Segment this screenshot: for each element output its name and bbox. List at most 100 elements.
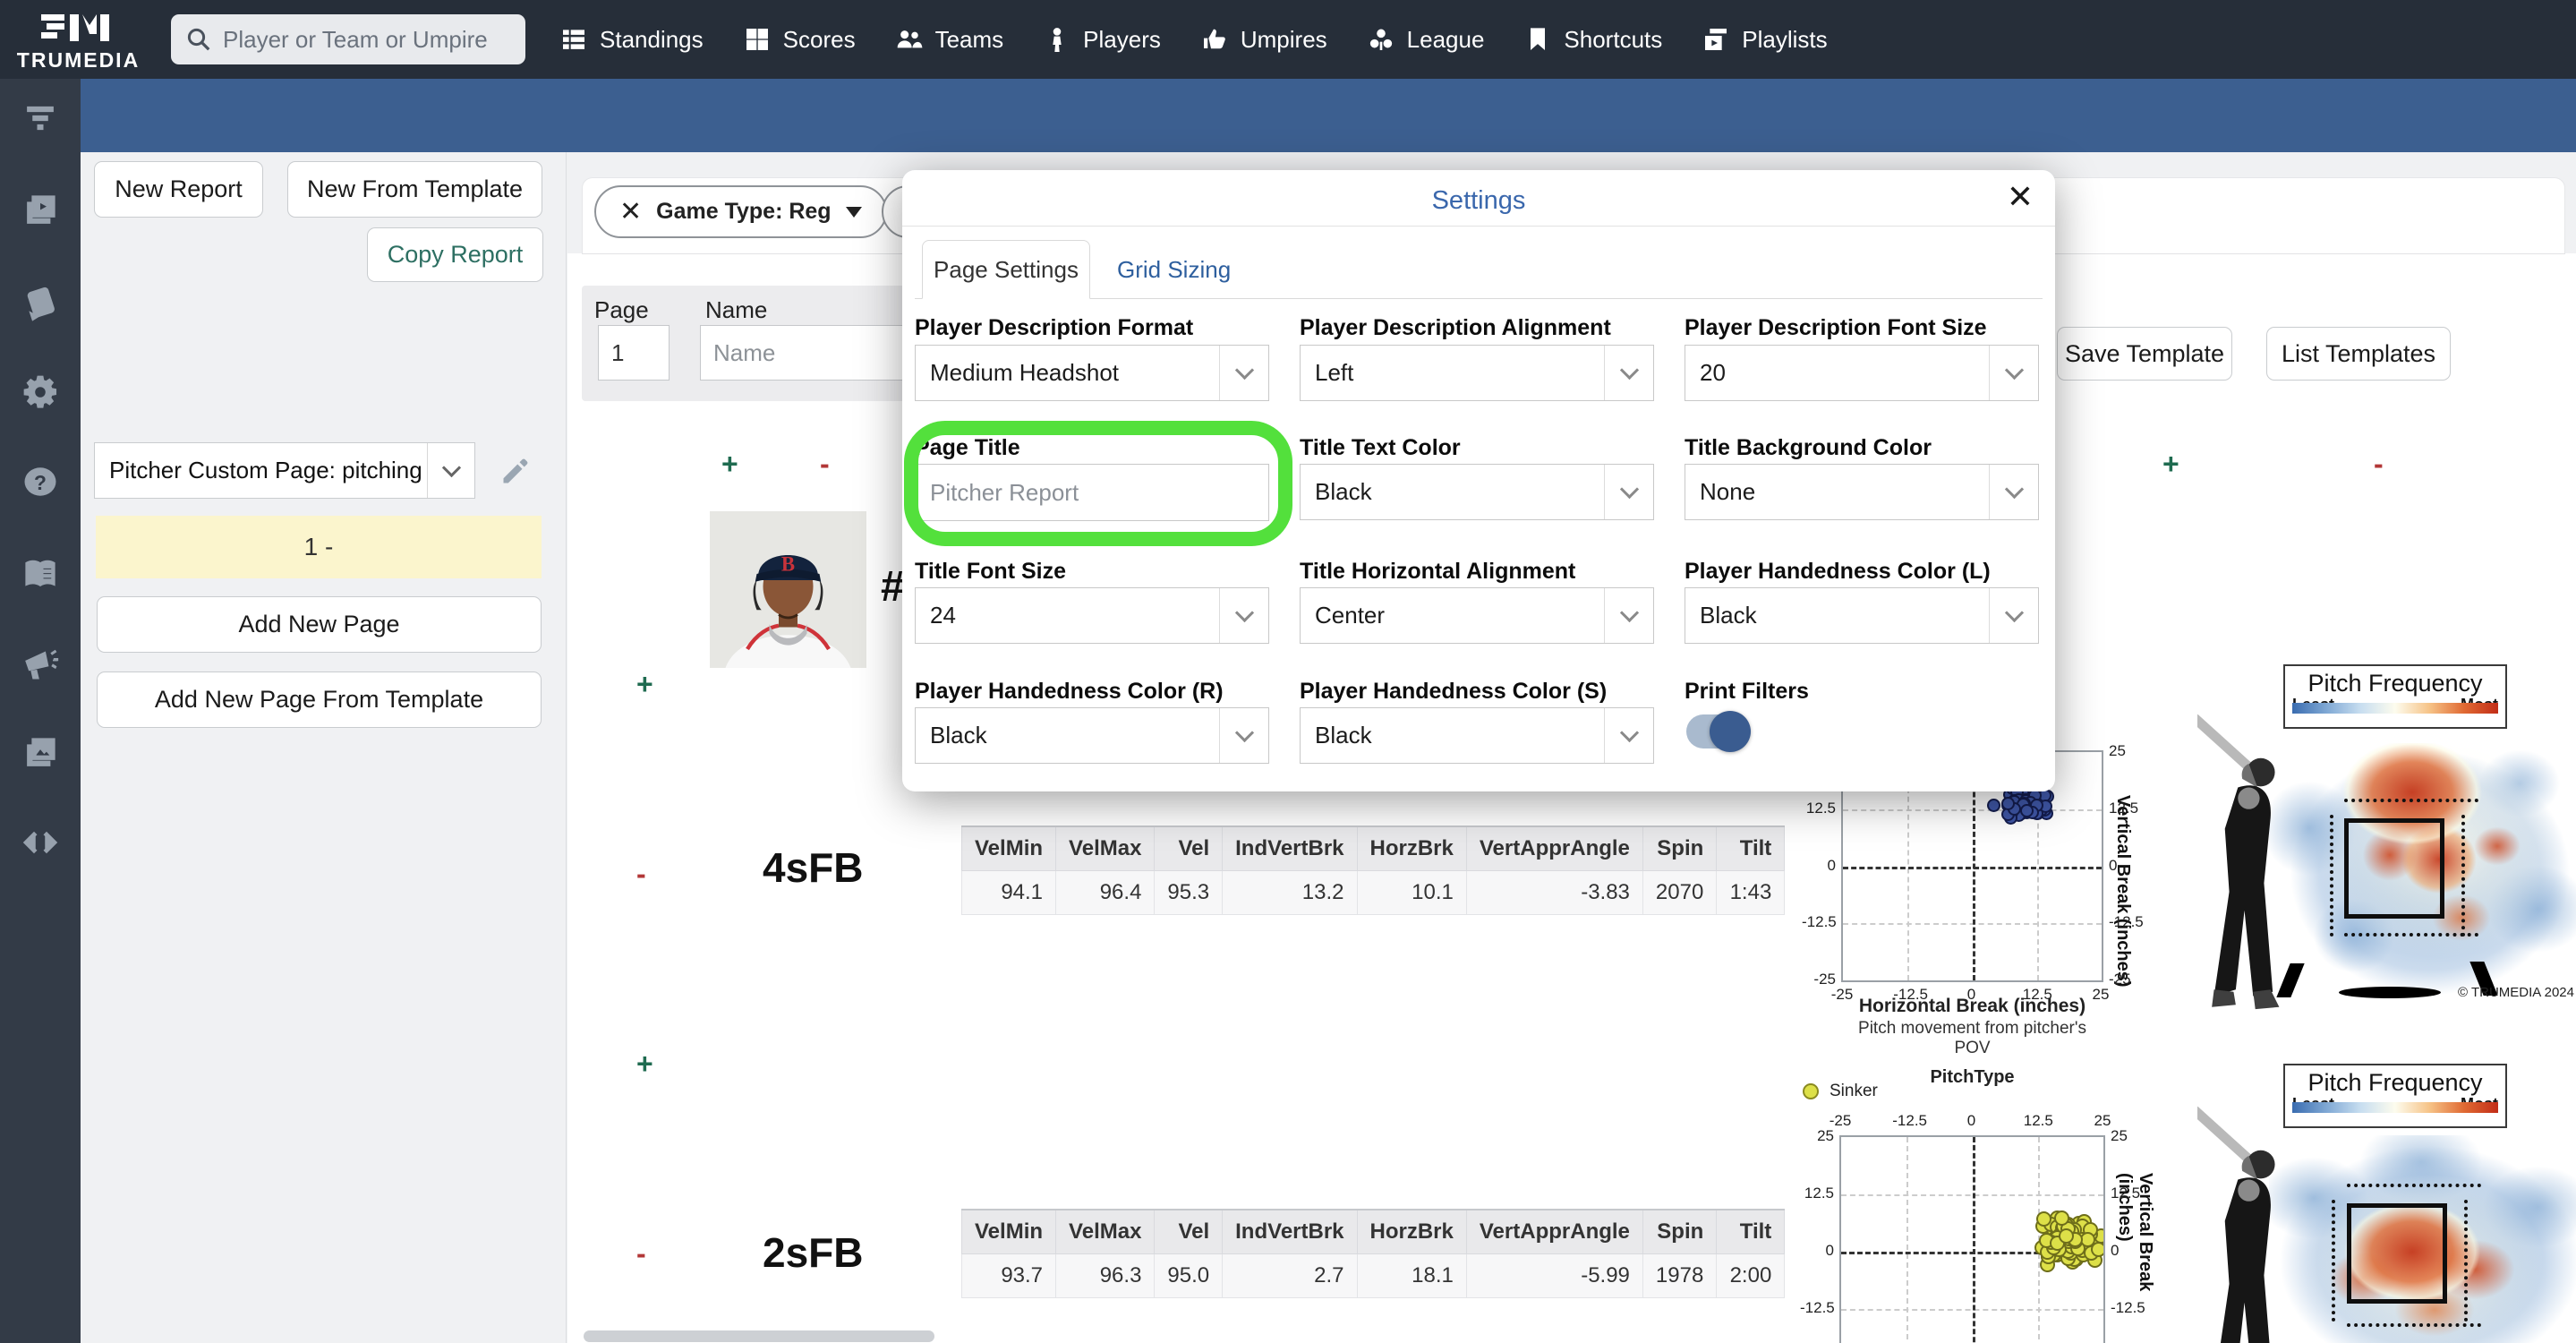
player-description-format-select[interactable]: Medium Headshot — [915, 345, 1269, 401]
title-background-color-select[interactable]: None — [1685, 464, 2039, 520]
nav-item-standings[interactable]: Standings — [559, 25, 704, 54]
nav-item-playlists[interactable]: Playlists — [1702, 25, 1828, 54]
search-input[interactable] — [223, 25, 509, 54]
copyright-text: © TRUMEDIA 2024 — [2458, 985, 2574, 1000]
axis-tick: -25 — [1813, 971, 1836, 988]
nav-item-league[interactable]: League — [1367, 25, 1484, 54]
nav-item-scores[interactable]: Scores — [743, 25, 856, 54]
grid-add-row-button[interactable]: + — [636, 1049, 653, 1078]
field-label: Page Title — [915, 435, 1020, 460]
axis-tick: 0 — [2109, 856, 2118, 874]
announcements-icon[interactable] — [0, 635, 81, 692]
global-search[interactable] — [171, 14, 525, 64]
glossary-icon[interactable] — [0, 545, 81, 603]
heatmap-title-box: Pitch Frequency Least Most — [2283, 664, 2507, 729]
zone-guide-line — [2464, 1200, 2468, 1322]
nav-item-players[interactable]: Players — [1043, 25, 1161, 54]
title-text-color-select[interactable]: Black — [1300, 464, 1654, 520]
new-from-template-button[interactable]: New From Template — [287, 161, 542, 218]
axis-tick: 0 — [1827, 856, 1836, 874]
axis-tick: -12.5 — [2109, 913, 2144, 931]
new-report-button[interactable]: New Report — [94, 161, 263, 218]
pitch-name-4sfb: 4sFB — [763, 844, 864, 891]
tab-grid-sizing[interactable]: Grid Sizing — [1117, 240, 1231, 299]
embed-code-icon[interactable] — [0, 814, 81, 871]
zone-guide-line — [2344, 799, 2478, 802]
grid-add-column-button[interactable]: + — [2162, 449, 2179, 478]
page-1-badge[interactable]: 1 - — [96, 516, 542, 578]
close-icon[interactable]: ✕ — [2007, 181, 2034, 213]
filter-chip-game-type[interactable]: ✕ Game Type: Reg — [594, 185, 887, 238]
scatter-dot — [2053, 1210, 2069, 1227]
axis-tick: -25 — [1830, 986, 1854, 1003]
scatter-dot — [2035, 1210, 2051, 1227]
notes-icon[interactable] — [0, 274, 81, 331]
league-icon — [1369, 29, 1392, 50]
grid-remove-column-button[interactable]: - — [820, 449, 830, 478]
chevron-down-icon — [1220, 360, 1268, 381]
grid-remove-row-button[interactable]: - — [636, 860, 646, 888]
copy-report-button[interactable]: Copy Report — [367, 227, 543, 282]
nav-item-umpires[interactable]: Umpires — [1200, 25, 1327, 54]
title-horizontal-alignment-select[interactable]: Center — [1300, 587, 1654, 644]
horizontal-scrollbar[interactable] — [584, 1330, 934, 1342]
color-scale-gradient — [2292, 1102, 2498, 1113]
search-icon — [187, 28, 210, 51]
pitch-frequency-heatmap-2sfb: Pitch Frequency Least Most — [2197, 1064, 2576, 1343]
edit-pencil-icon[interactable] — [499, 455, 532, 487]
field-label: Title Horizontal Alignment — [1300, 559, 1576, 584]
page-title-input[interactable] — [915, 464, 1269, 521]
grid-add-column-button[interactable]: + — [721, 449, 738, 478]
save-template-button[interactable]: Save Template — [2057, 327, 2232, 381]
add-new-page-button[interactable]: Add New Page — [97, 596, 542, 653]
heatmap-title-box: Pitch Frequency Least Most — [2283, 1064, 2507, 1128]
axis-tick: 25 — [2092, 986, 2110, 1003]
grid-remove-column-button[interactable]: - — [2374, 449, 2384, 478]
zone-guide-line — [2461, 815, 2465, 937]
report-select-value: Pitcher Custom Page: pitching -... — [109, 457, 427, 483]
axis-tick: 12.5 — [2111, 1185, 2141, 1202]
grid-remove-row-button[interactable]: - — [636, 1239, 646, 1268]
trumedia-logo-icon — [40, 13, 109, 41]
chevron-down-icon — [1605, 479, 1653, 500]
chevron-down-icon — [1220, 603, 1268, 623]
gear-icon[interactable] — [0, 364, 81, 421]
axis-tick: 12.5 — [2022, 986, 2052, 1003]
field-label: Print Filters — [1685, 679, 1809, 704]
heatmap-title: Pitch Frequency — [2307, 670, 2483, 697]
trumedia-logo[interactable]: TRUMEDIA — [0, 7, 157, 73]
grid-add-row-button[interactable]: + — [636, 670, 653, 698]
title-font-size-select[interactable]: 24 — [915, 587, 1269, 644]
y-axis-title: Vertical Break (inches) — [2113, 795, 2133, 988]
player-handedness-color-l-select[interactable]: Black — [1685, 587, 2039, 644]
axis-tick: -12.5 — [1892, 1112, 1927, 1129]
chip-close-icon[interactable]: ✕ — [619, 198, 642, 226]
player-handedness-color-s-select[interactable]: Black — [1300, 707, 1654, 764]
zero-line — [1843, 866, 2102, 869]
filter-icon[interactable] — [0, 90, 81, 147]
axis-tick: 12.5 — [2023, 1112, 2053, 1129]
axis-tick: -12.5 — [1893, 986, 1928, 1003]
player-description-alignment-select[interactable]: Left — [1300, 345, 1654, 401]
zone-guide-line — [2347, 1184, 2481, 1187]
media-icon[interactable] — [0, 724, 81, 782]
player-description-font-size-select[interactable]: 20 — [1685, 345, 2039, 401]
report-select[interactable]: Pitcher Custom Page: pitching -... — [94, 442, 475, 499]
color-scale-gradient — [2292, 703, 2498, 714]
heatmap-title: Pitch Frequency — [2307, 1069, 2483, 1096]
nav-item-shortcuts[interactable]: Shortcuts — [1523, 25, 1662, 54]
nav-item-teams[interactable]: Teams — [895, 25, 1003, 54]
help-icon[interactable]: ? — [0, 453, 81, 510]
video-playlists-icon[interactable] — [0, 182, 81, 239]
top-navbar: TRUMEDIA Standings Scores — [0, 0, 2576, 79]
players-icon — [1053, 28, 1062, 52]
player-handedness-color-r-select[interactable]: Black — [915, 707, 1269, 764]
chevron-down-icon — [1990, 603, 2038, 623]
axis-tick: 25 — [1817, 1127, 1834, 1144]
add-new-page-from-template-button[interactable]: Add New Page From Template — [97, 672, 542, 728]
tab-page-settings[interactable]: Page Settings — [922, 240, 1090, 299]
page-number-input[interactable] — [598, 325, 670, 381]
svg-text:?: ? — [34, 471, 47, 494]
print-filters-toggle[interactable] — [1686, 711, 1751, 752]
list-templates-button[interactable]: List Templates — [2266, 327, 2451, 381]
